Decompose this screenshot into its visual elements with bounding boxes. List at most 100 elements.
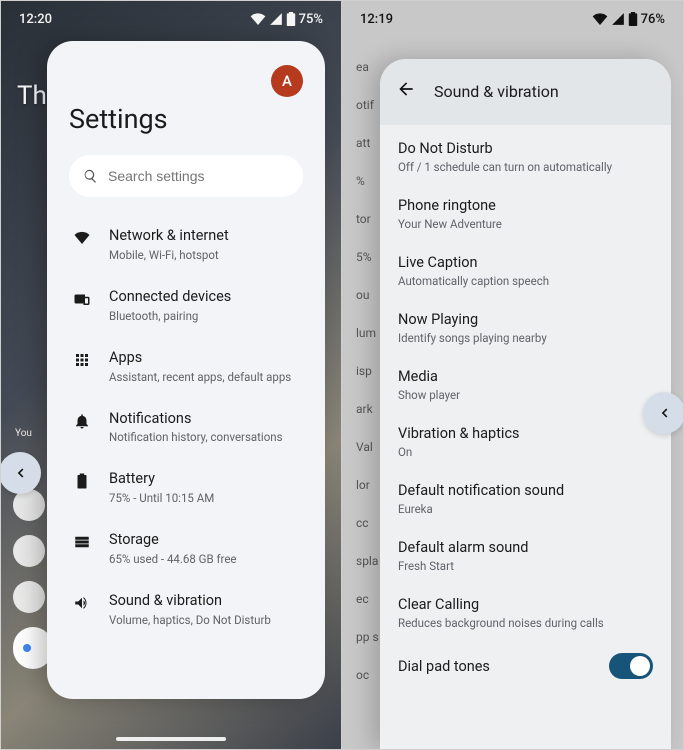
item-title: Now Playing <box>398 311 659 328</box>
settings-item-wifi[interactable]: Network & internetMobile, Wi-Fi, hotspot <box>69 215 303 276</box>
item-subtitle: Show player <box>398 388 659 402</box>
toggle-knob <box>630 656 650 676</box>
bg-peek-text: spla <box>356 555 379 567</box>
bg-pill <box>13 535 45 567</box>
sound-item[interactable]: Default alarm sound Fresh Start <box>398 528 671 585</box>
search-settings[interactable] <box>69 155 303 197</box>
status-time: 12:20 <box>19 12 52 27</box>
item-subtitle: Eureka <box>398 502 659 516</box>
bg-peek-text: ec <box>356 593 379 605</box>
phone-left: 12:20 75% Th You A Settings <box>1 1 342 749</box>
search-input[interactable] <box>108 168 289 184</box>
background-peek-list: eaotifatt%tor5%oulumisparkVallorccsplaec… <box>356 61 379 681</box>
bg-peek-text: % <box>356 175 379 187</box>
item-title: Connected devices <box>109 288 231 307</box>
item-title: Default notification sound <box>398 482 659 499</box>
item-subtitle: Off / 1 schedule can turn on automatical… <box>398 160 659 174</box>
bg-peek-text: lor <box>356 479 379 491</box>
back-button[interactable] <box>396 79 416 103</box>
item-subtitle: Reduces background noises during calls <box>398 616 659 630</box>
bg-peek-text: att <box>356 137 379 149</box>
sound-item[interactable]: Media Show player <box>398 357 671 414</box>
sound-item[interactable]: Live CaptionAutomatically caption speech <box>398 243 671 300</box>
settings-item-devices[interactable]: Connected devicesBluetooth, pairing <box>69 276 303 337</box>
bg-peek-text: cc <box>356 517 379 529</box>
item-title: Phone ringtone <box>398 197 659 214</box>
sound-item[interactable]: Phone ringtone Your New Adventure <box>398 186 671 243</box>
page-title: Settings <box>69 103 303 135</box>
sound-settings-list: Do Not DisturbOff / 1 schedule can turn … <box>380 125 671 749</box>
sound-item[interactable]: Default notification sound Eureka <box>398 471 671 528</box>
item-title: Vibration & haptics <box>398 425 659 442</box>
bg-peek-text: tor <box>356 213 379 225</box>
item-subtitle: Automatically caption speech <box>398 274 659 288</box>
sound-icon <box>71 592 93 612</box>
collapse-handle[interactable] <box>1 452 41 494</box>
panel-title: Sound & vibration <box>434 82 559 101</box>
bg-peek-text: otif <box>356 99 379 111</box>
item-title: Notifications <box>109 410 283 429</box>
settings-item-apps[interactable]: Apps Assistant, recent apps, default apps <box>69 337 303 398</box>
item-title: Dial pad tones <box>398 658 490 675</box>
item-subtitle: Volume, haptics, Do Not Disturb <box>109 613 271 627</box>
devices-icon <box>71 288 93 308</box>
battery-icon <box>71 470 93 490</box>
item-title: Battery <box>109 470 214 489</box>
item-title: Clear Calling <box>398 596 659 613</box>
item-subtitle: On <box>398 445 659 459</box>
bg-peek-text: oc <box>356 669 379 681</box>
chevron-left-icon <box>655 404 673 422</box>
settings-item-storage[interactable]: Storage65% used - 44.68 GB free <box>69 519 303 580</box>
avatar-initial: A <box>282 72 292 90</box>
panel-header: Sound & vibration <box>380 59 671 125</box>
dial-pad-tones-item[interactable]: Dial pad tones <box>398 642 671 691</box>
bg-you-label: You <box>15 428 32 439</box>
apps-icon <box>71 349 93 369</box>
arrow-back-icon <box>396 79 416 99</box>
storage-icon <box>71 531 93 551</box>
signal-status-icon <box>611 13 625 25</box>
status-bar: 12:20 75% <box>1 1 341 37</box>
battery-status-icon <box>286 12 296 26</box>
sound-item[interactable]: Vibration & haptics On <box>398 414 671 471</box>
settings-list: Network & internetMobile, Wi-Fi, hotspot… <box>69 215 303 641</box>
google-dot <box>23 644 31 652</box>
sound-item[interactable]: Do Not DisturbOff / 1 schedule can turn … <box>398 129 671 186</box>
settings-item-battery[interactable]: Battery75% - Until 10:15 AM <box>69 458 303 519</box>
settings-item-sound[interactable]: Sound & vibrationVolume, haptics, Do Not… <box>69 580 303 641</box>
collapse-handle[interactable] <box>643 392 683 434</box>
bg-peek-text: ea <box>356 61 379 73</box>
item-subtitle: Assistant, recent apps, default apps <box>109 370 291 384</box>
sound-item[interactable]: Now Playing Identify songs playing nearby <box>398 300 671 357</box>
search-icon <box>83 167 98 185</box>
sound-vibration-panel: Sound & vibration Do Not DisturbOff / 1 … <box>380 59 671 749</box>
item-subtitle: Fresh Start <box>398 559 659 573</box>
chevron-left-icon <box>11 464 29 482</box>
bg-peek-text: Val <box>356 441 379 453</box>
settings-item-bell[interactable]: NotificationsNotification history, conve… <box>69 398 303 459</box>
phone-right: 12:19 76% eaotifatt%tor5%oulumisparkVall… <box>342 1 683 749</box>
item-title: Network & internet <box>109 227 229 246</box>
settings-card: A Settings Network & internetMobile, Wi-… <box>47 41 325 699</box>
bg-peek-text: ou <box>356 289 379 301</box>
wallpaper-text: Th <box>17 81 47 111</box>
sound-item[interactable]: Clear Calling Reduces background noises d… <box>398 585 671 642</box>
status-bar: 12:19 76% <box>342 1 683 37</box>
item-title: Apps <box>109 349 291 368</box>
item-subtitle: Notification history, conversations <box>109 430 283 444</box>
wifi-status-icon <box>592 13 608 25</box>
dial-pad-toggle[interactable] <box>609 653 653 679</box>
account-avatar[interactable]: A <box>271 65 303 97</box>
item-title: Storage <box>109 531 237 550</box>
battery-percent: 76% <box>641 12 665 27</box>
item-title: Media <box>398 368 659 385</box>
status-icons: 75% <box>250 12 323 27</box>
bg-peek-text: ark <box>356 403 379 415</box>
bg-peek-text: lum <box>356 327 379 339</box>
bell-icon <box>71 410 93 430</box>
item-subtitle: Your New Adventure <box>398 217 659 231</box>
signal-status-icon <box>269 13 283 25</box>
item-subtitle: Identify songs playing nearby <box>398 331 659 345</box>
bg-peek-text: 5% <box>356 251 379 263</box>
item-title: Default alarm sound <box>398 539 659 556</box>
